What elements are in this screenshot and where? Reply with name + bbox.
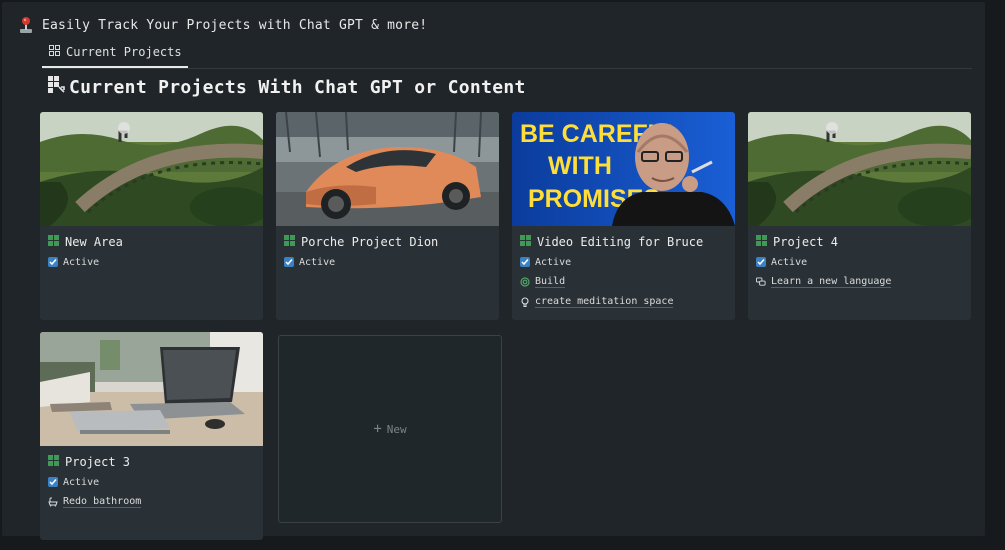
view-tabs: Current Projects — [42, 41, 188, 68]
status-property: Active — [48, 255, 255, 269]
card-cover-image: BE CAREFUL WITH PROMISES — [512, 112, 735, 226]
bathtub-icon — [48, 497, 58, 507]
app-frame: Easily Track Your Projects with Chat GPT… — [2, 2, 985, 540]
project-icon — [284, 235, 295, 249]
card-cover-image — [748, 112, 971, 226]
goal-property: Learn a new language — [756, 275, 963, 289]
page-header-title: Easily Track Your Projects with Chat GPT… — [42, 17, 428, 33]
new-card-button[interactable]: + New — [278, 335, 502, 523]
section-title: Current Projects With Chat GPT or Conten… — [48, 76, 526, 98]
goal-text[interactable]: Learn a new language — [771, 276, 892, 288]
card-title-text: Project 3 — [65, 455, 131, 469]
speech-bubbles-icon — [756, 277, 766, 287]
database-grid-icon — [48, 76, 65, 98]
lightbulb-icon — [520, 297, 530, 307]
card-cover-image — [276, 112, 499, 226]
card-title-text: Project 4 — [773, 235, 839, 249]
project-icon — [48, 235, 59, 249]
card-title-text: Video Editing for Bruce — [537, 235, 704, 249]
goal-text[interactable]: create meditation space — [535, 296, 674, 308]
checkbox-checked-icon[interactable] — [520, 257, 530, 267]
tab-divider — [42, 68, 972, 69]
status-property: Active — [520, 255, 727, 269]
checkbox-checked-icon[interactable] — [48, 477, 58, 487]
card-title-text: Porche Project Dion — [301, 235, 439, 249]
project-icon — [756, 235, 767, 249]
project-card[interactable]: New Area Active — [40, 112, 263, 320]
tab-label: Current Projects — [66, 45, 182, 59]
thumbnail-text-line: WITH — [548, 152, 612, 180]
card-title: Project 3 — [48, 454, 255, 470]
goal-property: create meditation space — [520, 295, 727, 309]
card-title-text: New Area — [65, 235, 123, 249]
gallery-grid-icon — [49, 45, 60, 59]
card-title: Project 4 — [756, 234, 963, 250]
project-card[interactable]: Project 4 Active Learn a new language — [748, 112, 971, 320]
area-text[interactable]: Build — [535, 276, 566, 288]
section-title-text: Current Projects With Chat GPT or Conten… — [69, 76, 526, 98]
checkbox-checked-icon[interactable] — [284, 257, 294, 267]
status-property: Active — [756, 255, 963, 269]
status-text: Active — [771, 256, 808, 268]
status-text: Active — [63, 476, 100, 488]
status-text: Active — [535, 256, 572, 268]
card-title: Porche Project Dion — [284, 234, 491, 250]
card-title: Video Editing for Bruce — [520, 234, 727, 250]
project-icon — [520, 235, 531, 249]
project-card[interactable]: Porche Project Dion Active — [276, 112, 499, 320]
status-property: Active — [284, 255, 491, 269]
joystick-icon — [18, 16, 34, 34]
project-icon — [48, 455, 59, 469]
project-card[interactable]: Project 3 Active Redo bathroom — [40, 332, 263, 540]
new-card-label: New — [386, 422, 407, 436]
tab-current-projects[interactable]: Current Projects — [42, 41, 188, 68]
project-card[interactable]: BE CAREFUL WITH PROMISES Video Editing f… — [512, 112, 735, 320]
plus-icon: + — [373, 421, 382, 437]
area-property: Build — [520, 275, 727, 289]
page-header: Easily Track Your Projects with Chat GPT… — [18, 16, 427, 34]
checkbox-checked-icon[interactable] — [756, 257, 766, 267]
status-text: Active — [299, 256, 336, 268]
checkbox-checked-icon[interactable] — [48, 257, 58, 267]
goal-property: Redo bathroom — [48, 495, 255, 509]
target-icon — [520, 277, 530, 287]
card-cover-image — [40, 112, 263, 226]
status-text: Active — [63, 256, 100, 268]
goal-text[interactable]: Redo bathroom — [63, 496, 142, 508]
card-cover-image — [40, 332, 263, 446]
status-property: Active — [48, 475, 255, 489]
card-title: New Area — [48, 234, 255, 250]
